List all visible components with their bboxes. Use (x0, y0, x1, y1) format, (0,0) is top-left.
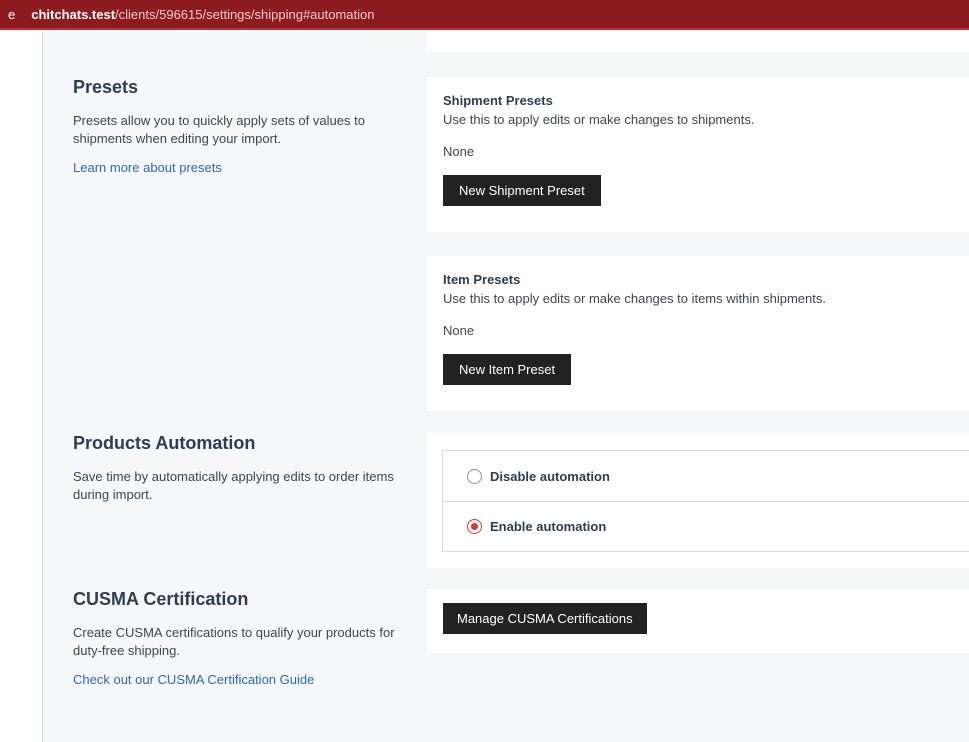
shipment-presets-empty: None (443, 144, 475, 159)
shipment-presets-description: Use this to apply edits or make changes … (443, 112, 755, 127)
automation-radio-group: Disable automation Enable automation (442, 450, 969, 552)
previous-card-bottom (427, 32, 969, 52)
cusma-title: CUSMA Certification (73, 589, 249, 609)
browser-bar-fragment: e (8, 6, 16, 22)
learn-presets-link[interactable]: Learn more about presets (73, 160, 403, 175)
enable-automation-radio[interactable] (467, 519, 482, 534)
url-host: chitchats.test (31, 6, 116, 22)
manage-cusma-button[interactable]: Manage CUSMA Certifications (443, 603, 647, 634)
enable-automation-label: Enable automation (490, 519, 607, 534)
products-automation-card: Disable automation Enable automation (427, 433, 969, 568)
new-item-preset-button[interactable]: New Item Preset (443, 354, 572, 385)
products-automation-title: Products Automation (73, 433, 256, 453)
presets-section-info: Presets Presets allow you to quickly app… (73, 77, 403, 175)
disable-automation-option[interactable]: Disable automation (443, 451, 969, 501)
disable-automation-radio[interactable] (467, 468, 482, 484)
item-presets-card: Item Presets Use this to apply edits or … (427, 256, 969, 411)
browser-address-bar[interactable]: e chitchats.test/clients/596615/settings… (0, 0, 969, 30)
products-automation-description: Save time by automatically applying edit… (73, 469, 394, 502)
cusma-description: Create CUSMA certifications to qualify y… (73, 625, 395, 658)
url-path: /clients/596615/settings/shipping#automa… (115, 6, 375, 22)
cusma-section-info: CUSMA Certification Create CUSMA certifi… (73, 589, 403, 687)
enable-automation-option[interactable]: Enable automation (443, 501, 969, 551)
settings-page: Presets Presets allow you to quickly app… (42, 32, 969, 742)
new-shipment-preset-button[interactable]: New Shipment Preset (443, 175, 601, 206)
cusma-guide-link[interactable]: Check out our CUSMA Certification Guide (73, 672, 403, 687)
disable-automation-label: Disable automation (490, 468, 610, 484)
presets-description: Presets allow you to quickly apply sets … (73, 113, 365, 146)
presets-title: Presets (73, 77, 139, 97)
cusma-card: Manage CUSMA Certifications (427, 589, 969, 653)
item-presets-description: Use this to apply edits or make changes … (443, 291, 826, 306)
item-presets-empty: None (443, 323, 475, 338)
products-automation-info: Products Automation Save time by automat… (73, 433, 403, 516)
item-presets-title: Item Presets (443, 272, 521, 287)
shipment-presets-card: Shipment Presets Use this to apply edits… (427, 77, 969, 232)
shipment-presets-title: Shipment Presets (443, 93, 553, 108)
